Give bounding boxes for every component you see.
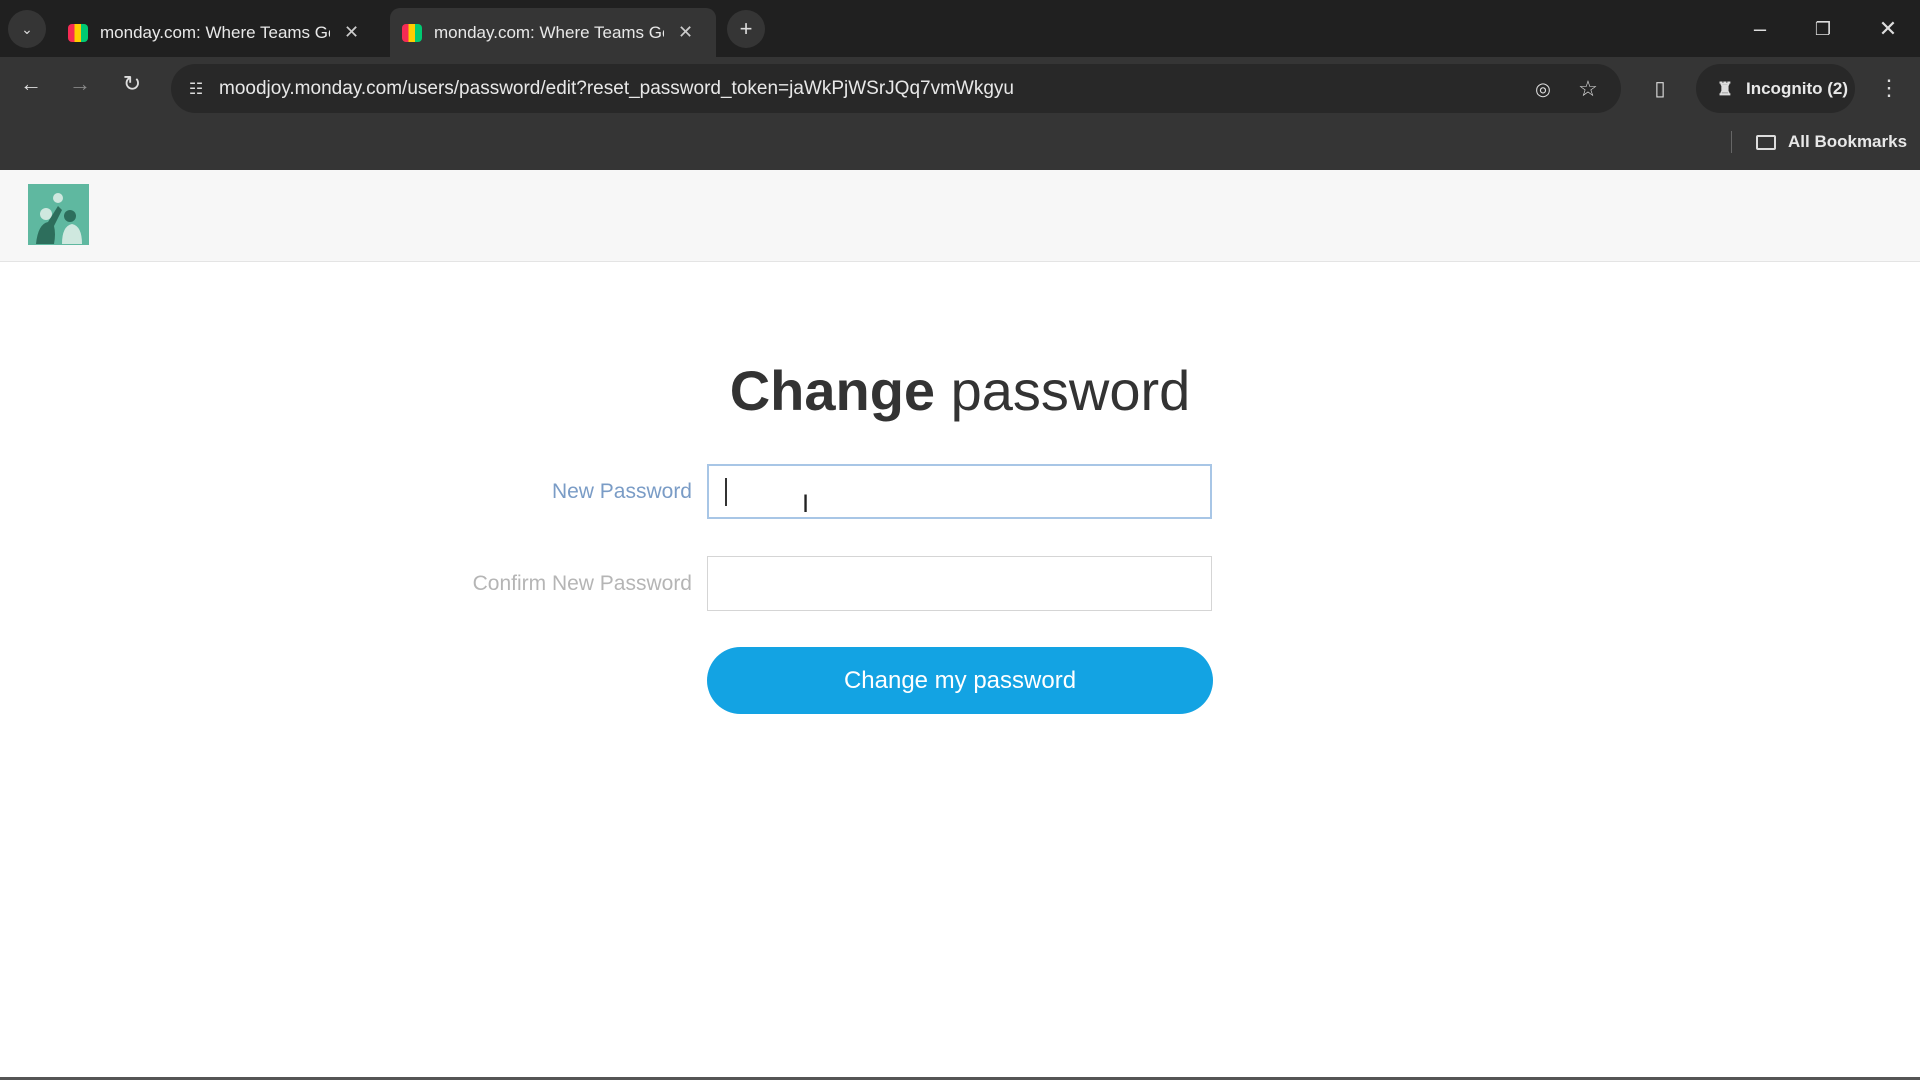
text-caret xyxy=(725,478,727,506)
confirm-password-input[interactable] xyxy=(707,556,1212,611)
back-icon[interactable]: ← xyxy=(14,67,48,101)
text-cursor-icon: I xyxy=(802,490,810,518)
close-tab-icon[interactable]: ✕ xyxy=(678,22,693,43)
all-bookmarks-button[interactable]: All Bookmarks xyxy=(1756,127,1907,157)
folder-icon xyxy=(1756,134,1776,150)
incognito-label: Incognito (2) xyxy=(1746,78,1848,98)
tab-title: monday.com: Where Teams Get xyxy=(434,22,664,42)
page-title-rest: password xyxy=(950,359,1191,422)
new-tab-icon[interactable]: + xyxy=(727,10,765,48)
bookmarks-bar: All Bookmarks xyxy=(0,113,1920,170)
tab-1[interactable]: monday.com: Where Teams Get ✕ xyxy=(56,8,380,57)
tab-search-button[interactable]: ⌄ xyxy=(8,10,46,48)
reload-icon[interactable]: ↻ xyxy=(115,67,149,101)
close-window-icon[interactable]: ✕ xyxy=(1868,10,1908,48)
new-password-input[interactable] xyxy=(707,464,1212,519)
monday-favicon xyxy=(68,23,88,42)
menu-icon[interactable]: ⋮ xyxy=(1872,71,1906,105)
incognito-icon: ♜ xyxy=(1716,78,1734,99)
change-password-button[interactable]: Change my password xyxy=(707,647,1213,714)
restore-icon[interactable]: ❐ xyxy=(1803,10,1843,48)
tab-strip: ⌄ monday.com: Where Teams Get ✕ monday.c… xyxy=(0,0,1920,57)
page-title: Change password xyxy=(0,358,1920,423)
site-settings-icon[interactable]: ☷ xyxy=(179,72,213,106)
all-bookmarks-label: All Bookmarks xyxy=(1788,132,1908,151)
new-password-label: New Password xyxy=(551,480,692,503)
address-bar[interactable]: ☷ moodjoy.monday.com/users/password/edit… xyxy=(171,64,1621,113)
close-tab-icon[interactable]: ✕ xyxy=(344,22,359,43)
eye-off-icon[interactable]: ◎ xyxy=(1526,72,1560,106)
page-header xyxy=(0,170,1920,262)
tab-title: monday.com: Where Teams Get xyxy=(100,22,330,42)
monday-favicon xyxy=(402,23,422,42)
bookmark-star-icon[interactable]: ☆ xyxy=(1571,72,1605,106)
page-title-bold: Change xyxy=(729,359,936,422)
people-logo-icon xyxy=(36,193,82,244)
confirm-password-label: Confirm New Password xyxy=(472,572,692,595)
minimize-icon[interactable]: – xyxy=(1740,10,1780,48)
account-logo[interactable] xyxy=(28,184,89,245)
side-panel-icon[interactable]: ▯ xyxy=(1643,71,1677,105)
forward-icon[interactable]: → xyxy=(63,67,97,101)
incognito-indicator[interactable]: ♜ Incognito (2) xyxy=(1696,64,1855,113)
tab-2[interactable]: monday.com: Where Teams Get ✕ xyxy=(390,8,716,57)
url-text[interactable]: moodjoy.monday.com/users/password/edit?r… xyxy=(219,78,1014,100)
